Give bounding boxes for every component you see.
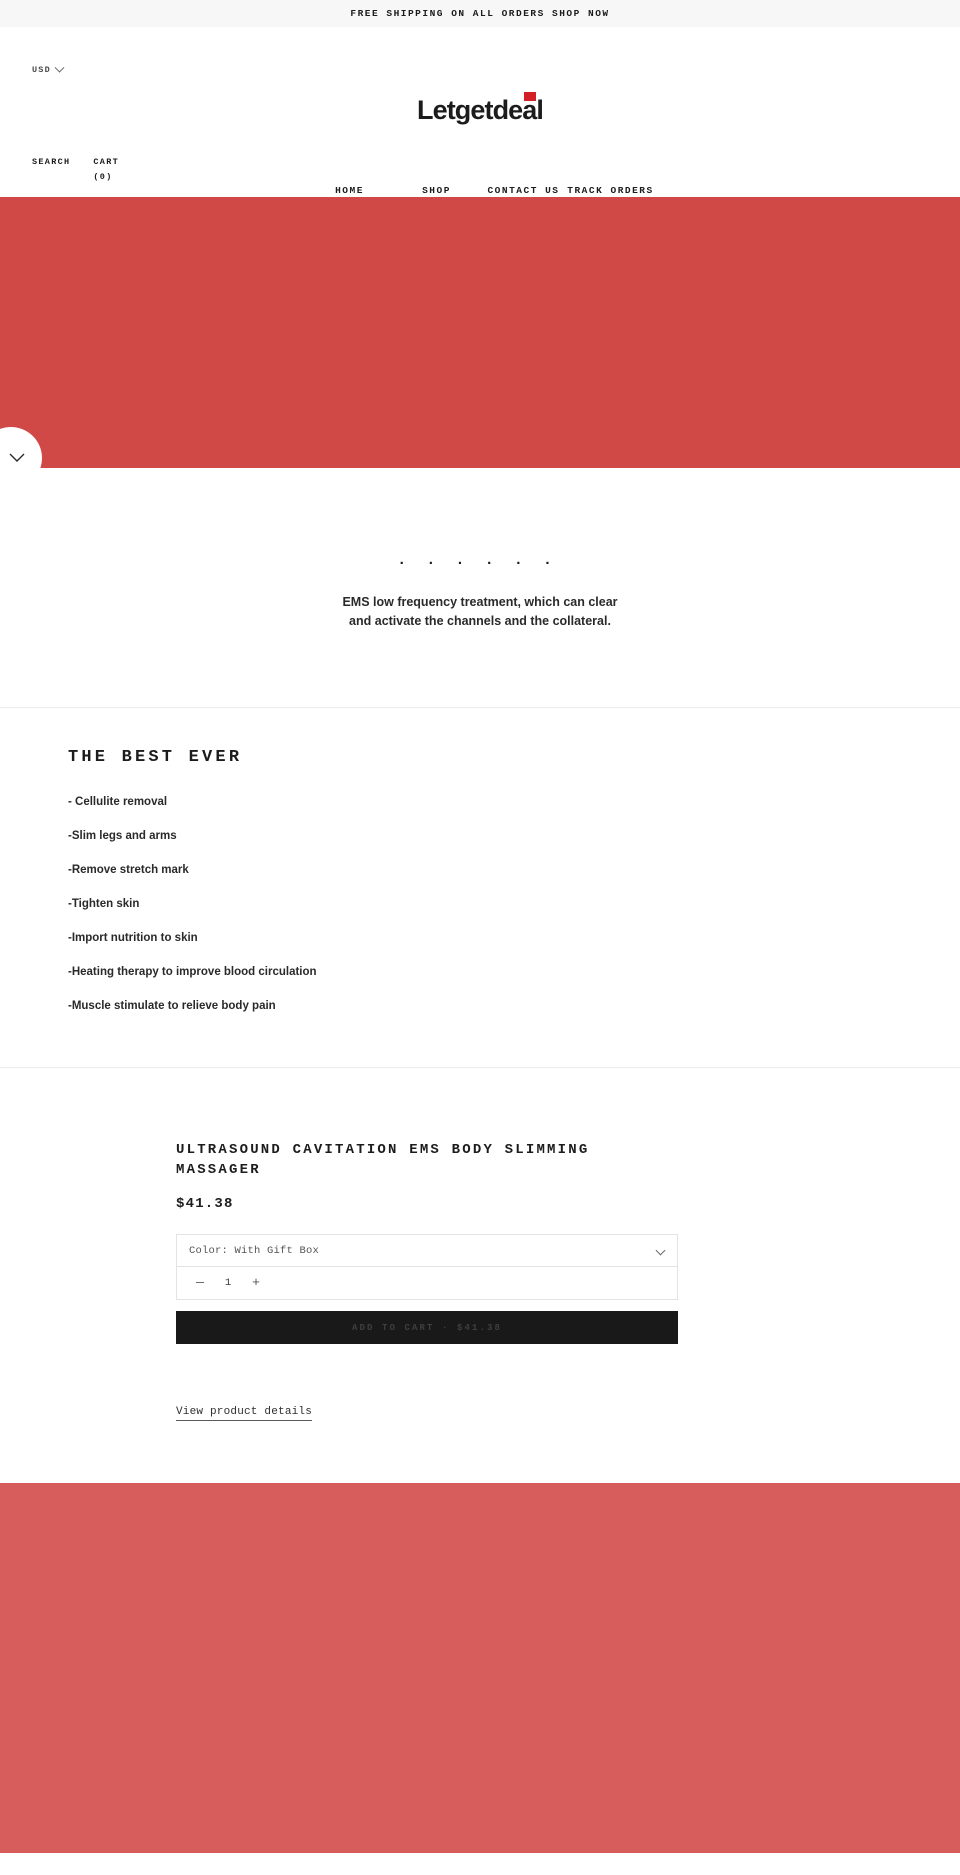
chevron-down-icon	[54, 62, 65, 73]
cart-button[interactable]: CART (0)	[93, 155, 123, 184]
cart-label: CART	[93, 157, 120, 167]
nav-item-home-label: HOME	[335, 185, 364, 196]
feature-copy: EMS low frequency treatment, which can c…	[342, 595, 618, 628]
feature-text-section: · · · · · · EMS low frequency treatment,…	[0, 468, 960, 708]
logo-container[interactable]: Letgetdeal	[0, 92, 960, 124]
quantity-decrease-button[interactable]: —	[185, 1276, 215, 1290]
quantity-increase-button[interactable]: +	[241, 1276, 271, 1290]
variant-select[interactable]: Color: With Gift Box	[176, 1234, 678, 1267]
variant-select-value: Color: With Gift Box	[189, 1244, 320, 1257]
currency-label: USD	[32, 65, 51, 75]
cart-count: (0)	[93, 171, 113, 182]
list-item: -Tighten skin	[68, 898, 140, 910]
list-item: -Slim legs and arms	[68, 830, 177, 842]
search-button[interactable]: SEARCH	[32, 155, 70, 170]
list-item: -Heating therapy to improve blood circul…	[68, 966, 317, 978]
product-price: $41.38	[176, 1196, 234, 1212]
utility-nav: SEARCH CART (0)	[32, 155, 123, 184]
site-header: USD Letgetdeal SEARCH CART (0) HOME SHOP…	[0, 27, 960, 197]
nav-item-track-orders-label: TRACK ORDERS	[567, 185, 654, 196]
chevron-down-icon	[655, 1245, 666, 1256]
nav-item-contact-us-label: CONTACT US	[487, 185, 560, 196]
hero-banner	[0, 197, 960, 489]
chevron-down-icon	[9, 453, 25, 462]
list-item: - Cellulite removal	[68, 796, 168, 808]
dots-divider: · · · · · ·	[399, 555, 561, 572]
bottom-promo-banner	[0, 1483, 960, 1853]
logo-flag-icon	[524, 92, 537, 101]
product-form: ULTRASOUND CAVITATION EMS BODY SLIMMING …	[176, 1140, 678, 1421]
view-product-details-link[interactable]: View product details	[176, 1406, 313, 1421]
nav-item-shop-label: SHOP	[422, 185, 451, 196]
add-to-cart-button[interactable]: ADD TO CART · $41.38	[176, 1311, 678, 1344]
add-to-cart-label: ADD TO CART · $41.38	[351, 1322, 503, 1333]
quantity-value[interactable]: 1	[215, 1277, 241, 1289]
currency-selector[interactable]: USD	[32, 62, 65, 75]
announcement-text[interactable]: FREE SHIPPING ON ALL ORDERS SHOP NOW	[350, 8, 609, 19]
product-title: ULTRASOUND CAVITATION EMS BODY SLIMMING …	[176, 1142, 590, 1178]
search-label: SEARCH	[32, 157, 71, 167]
site-logo[interactable]: Letgetdeal	[417, 92, 544, 124]
list-item: -Muscle stimulate to relieve body pain	[68, 1000, 276, 1012]
best-ever-section: THE BEST EVER - Cellulite removal -Slim …	[0, 708, 960, 1068]
list-item: -Remove stretch mark	[68, 864, 189, 876]
best-ever-title: THE BEST EVER	[68, 748, 243, 767]
announcement-bar: FREE SHIPPING ON ALL ORDERS SHOP NOW	[0, 0, 960, 27]
list-item: -Import nutrition to skin	[68, 932, 198, 944]
quantity-stepper: — 1 +	[176, 1267, 678, 1300]
product-section: ULTRASOUND CAVITATION EMS BODY SLIMMING …	[0, 1068, 960, 1483]
